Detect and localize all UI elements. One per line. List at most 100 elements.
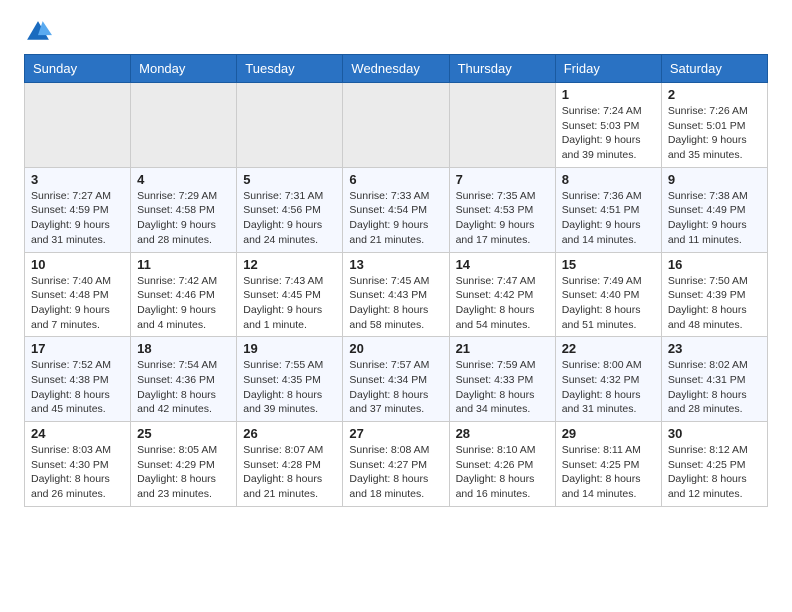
day-number: 8: [562, 172, 655, 187]
calendar-week-row: 1 Sunrise: 7:24 AM Sunset: 5:03 PM Daylig…: [25, 83, 768, 168]
day-info: Sunrise: 7:33 AM Sunset: 4:54 PM Dayligh…: [349, 189, 442, 248]
day-info: Sunrise: 7:24 AM Sunset: 5:03 PM Dayligh…: [562, 104, 655, 163]
calendar-cell: 2Sunrise: 7:26 AM Sunset: 5:01 PM Daylig…: [661, 83, 767, 168]
day-number: 3: [31, 172, 124, 187]
calendar-cell: 26 Sunrise: 8:07 AM Sunset: 4:28 PM Dayli…: [237, 422, 343, 507]
day-number: 7: [456, 172, 549, 187]
day-info: Sunrise: 7:42 AM Sunset: 4:46 PM Dayligh…: [137, 274, 230, 333]
day-number: 24: [31, 426, 124, 441]
day-number: 22: [562, 341, 655, 356]
day-info: Sunrise: 8:11 AM Sunset: 4:25 PM Dayligh…: [562, 443, 655, 502]
calendar-cell: [237, 83, 343, 168]
day-info: Sunrise: 7:59 AM Sunset: 4:33 PM Dayligh…: [456, 358, 549, 417]
calendar-cell: 19 Sunrise: 7:55 AM Sunset: 4:35 PM Dayli…: [237, 337, 343, 422]
day-info: Sunrise: 7:43 AM Sunset: 4:45 PM Dayligh…: [243, 274, 336, 333]
calendar-cell: 6 Sunrise: 7:33 AM Sunset: 4:54 PM Daylig…: [343, 167, 449, 252]
calendar-cell: 14Sunrise: 7:47 AM Sunset: 4:42 PM Dayli…: [449, 252, 555, 337]
calendar-week-row: 3Sunrise: 7:27 AM Sunset: 4:59 PM Daylig…: [25, 167, 768, 252]
day-number: 19: [243, 341, 336, 356]
calendar-cell: 24 Sunrise: 8:03 AM Sunset: 4:30 PM Dayli…: [25, 422, 131, 507]
calendar-cell: 30Sunrise: 8:12 AM Sunset: 4:25 PM Dayli…: [661, 422, 767, 507]
day-number: 4: [137, 172, 230, 187]
calendar-cell: 18 Sunrise: 7:54 AM Sunset: 4:36 PM Dayli…: [131, 337, 237, 422]
day-info: Sunrise: 7:45 AM Sunset: 4:43 PM Dayligh…: [349, 274, 442, 333]
calendar-cell: 13 Sunrise: 7:45 AM Sunset: 4:43 PM Dayli…: [343, 252, 449, 337]
calendar-header-row: SundayMondayTuesdayWednesdayThursdayFrid…: [25, 55, 768, 83]
calendar-week-row: 10 Sunrise: 7:40 AM Sunset: 4:48 PM Dayli…: [25, 252, 768, 337]
day-info: Sunrise: 7:29 AM Sunset: 4:58 PM Dayligh…: [137, 189, 230, 248]
day-number: 23: [668, 341, 761, 356]
day-info: Sunrise: 7:40 AM Sunset: 4:48 PM Dayligh…: [31, 274, 124, 333]
calendar-header-sunday: Sunday: [25, 55, 131, 83]
day-number: 15: [562, 257, 655, 272]
day-info: Sunrise: 7:36 AM Sunset: 4:51 PM Dayligh…: [562, 189, 655, 248]
logo: [24, 18, 56, 46]
day-number: 17: [31, 341, 124, 356]
day-info: Sunrise: 7:50 AM Sunset: 4:39 PM Dayligh…: [668, 274, 761, 333]
day-info: Sunrise: 7:57 AM Sunset: 4:34 PM Dayligh…: [349, 358, 442, 417]
day-info: Sunrise: 7:49 AM Sunset: 4:40 PM Dayligh…: [562, 274, 655, 333]
day-number: 12: [243, 257, 336, 272]
calendar-cell: [343, 83, 449, 168]
calendar-cell: 29 Sunrise: 8:11 AM Sunset: 4:25 PM Dayli…: [555, 422, 661, 507]
day-info: Sunrise: 8:00 AM Sunset: 4:32 PM Dayligh…: [562, 358, 655, 417]
day-number: 21: [456, 341, 549, 356]
day-info: Sunrise: 8:07 AM Sunset: 4:28 PM Dayligh…: [243, 443, 336, 502]
calendar-cell: 7 Sunrise: 7:35 AM Sunset: 4:53 PM Daylig…: [449, 167, 555, 252]
calendar-cell: 12 Sunrise: 7:43 AM Sunset: 4:45 PM Dayli…: [237, 252, 343, 337]
day-number: 1: [562, 87, 655, 102]
calendar-header-saturday: Saturday: [661, 55, 767, 83]
day-info: Sunrise: 8:08 AM Sunset: 4:27 PM Dayligh…: [349, 443, 442, 502]
day-number: 18: [137, 341, 230, 356]
logo-icon: [24, 18, 52, 46]
calendar-header-thursday: Thursday: [449, 55, 555, 83]
calendar-cell: 15 Sunrise: 7:49 AM Sunset: 4:40 PM Dayli…: [555, 252, 661, 337]
day-info: Sunrise: 7:26 AM Sunset: 5:01 PM Dayligh…: [668, 104, 761, 163]
day-info: Sunrise: 8:12 AM Sunset: 4:25 PM Dayligh…: [668, 443, 761, 502]
calendar-cell: 21 Sunrise: 7:59 AM Sunset: 4:33 PM Dayli…: [449, 337, 555, 422]
day-info: Sunrise: 7:55 AM Sunset: 4:35 PM Dayligh…: [243, 358, 336, 417]
calendar-cell: 1 Sunrise: 7:24 AM Sunset: 5:03 PM Daylig…: [555, 83, 661, 168]
day-number: 10: [31, 257, 124, 272]
calendar-cell: 8 Sunrise: 7:36 AM Sunset: 4:51 PM Daylig…: [555, 167, 661, 252]
day-number: 13: [349, 257, 442, 272]
calendar-header-friday: Friday: [555, 55, 661, 83]
day-info: Sunrise: 7:52 AM Sunset: 4:38 PM Dayligh…: [31, 358, 124, 417]
day-info: Sunrise: 7:35 AM Sunset: 4:53 PM Dayligh…: [456, 189, 549, 248]
calendar-cell: 16Sunrise: 7:50 AM Sunset: 4:39 PM Dayli…: [661, 252, 767, 337]
page-header: [0, 0, 792, 54]
calendar-cell: 23 Sunrise: 8:02 AM Sunset: 4:31 PM Dayli…: [661, 337, 767, 422]
day-number: 20: [349, 341, 442, 356]
calendar-cell: 10 Sunrise: 7:40 AM Sunset: 4:48 PM Dayli…: [25, 252, 131, 337]
day-info: Sunrise: 7:38 AM Sunset: 4:49 PM Dayligh…: [668, 189, 761, 248]
calendar-header-wednesday: Wednesday: [343, 55, 449, 83]
calendar-cell: 4 Sunrise: 7:29 AM Sunset: 4:58 PM Daylig…: [131, 167, 237, 252]
calendar-cell: 17 Sunrise: 7:52 AM Sunset: 4:38 PM Dayli…: [25, 337, 131, 422]
day-number: 28: [456, 426, 549, 441]
day-info: Sunrise: 7:54 AM Sunset: 4:36 PM Dayligh…: [137, 358, 230, 417]
day-info: Sunrise: 8:10 AM Sunset: 4:26 PM Dayligh…: [456, 443, 549, 502]
day-number: 5: [243, 172, 336, 187]
day-number: 29: [562, 426, 655, 441]
calendar-wrapper: SundayMondayTuesdayWednesdayThursdayFrid…: [0, 54, 792, 519]
calendar-header-tuesday: Tuesday: [237, 55, 343, 83]
calendar-table: SundayMondayTuesdayWednesdayThursdayFrid…: [24, 54, 768, 507]
calendar-week-row: 17 Sunrise: 7:52 AM Sunset: 4:38 PM Dayli…: [25, 337, 768, 422]
calendar-cell: [25, 83, 131, 168]
day-number: 6: [349, 172, 442, 187]
calendar-cell: 22 Sunrise: 8:00 AM Sunset: 4:32 PM Dayli…: [555, 337, 661, 422]
day-info: Sunrise: 8:02 AM Sunset: 4:31 PM Dayligh…: [668, 358, 761, 417]
calendar-cell: [131, 83, 237, 168]
day-number: 9: [668, 172, 761, 187]
day-number: 11: [137, 257, 230, 272]
calendar-cell: [449, 83, 555, 168]
calendar-header-monday: Monday: [131, 55, 237, 83]
day-info: Sunrise: 8:03 AM Sunset: 4:30 PM Dayligh…: [31, 443, 124, 502]
day-number: 26: [243, 426, 336, 441]
calendar-cell: 25Sunrise: 8:05 AM Sunset: 4:29 PM Dayli…: [131, 422, 237, 507]
day-info: Sunrise: 7:31 AM Sunset: 4:56 PM Dayligh…: [243, 189, 336, 248]
calendar-week-row: 24 Sunrise: 8:03 AM Sunset: 4:30 PM Dayli…: [25, 422, 768, 507]
calendar-cell: 5 Sunrise: 7:31 AM Sunset: 4:56 PM Daylig…: [237, 167, 343, 252]
day-number: 27: [349, 426, 442, 441]
calendar-cell: 28 Sunrise: 8:10 AM Sunset: 4:26 PM Dayli…: [449, 422, 555, 507]
